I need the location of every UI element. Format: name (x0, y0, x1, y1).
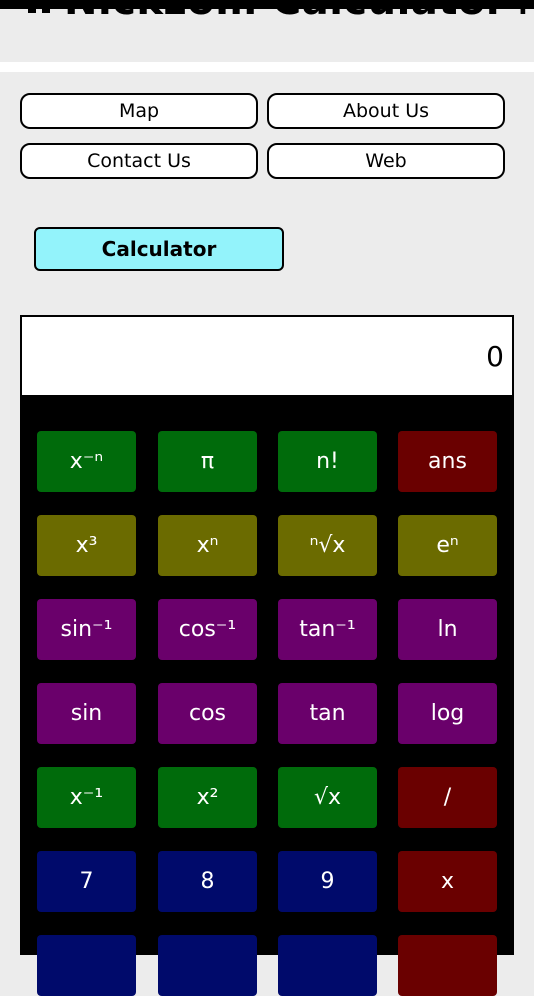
key-6[interactable]: ⁿ√x (278, 515, 377, 576)
key-15[interactable]: log (398, 683, 497, 744)
key-10[interactable]: tan⁻¹ (278, 599, 377, 660)
key-9[interactable]: cos⁻¹ (158, 599, 257, 660)
key-2[interactable]: n! (278, 431, 377, 492)
key-13[interactable]: cos (158, 683, 257, 744)
key-4[interactable]: x³ (37, 515, 136, 576)
contact-us-button[interactable]: Contact Us (20, 143, 258, 179)
calculator-panel: 0 x⁻ⁿ π n! ans x³ xⁿ ⁿ√x eⁿ sin⁻¹ cos⁻¹ tan⁻¹ ln sin… (20, 315, 514, 996)
web-button[interactable]: Web (267, 143, 505, 179)
key-7[interactable]: eⁿ (398, 515, 497, 576)
key-partial-row[interactable] (158, 935, 257, 996)
key-21[interactable]: 8 (158, 851, 257, 912)
header-divider (0, 62, 534, 72)
key-5[interactable]: xⁿ (158, 515, 257, 576)
key-14[interactable]: tan (278, 683, 377, 744)
app-title-text: Nickzom Calculator+ (64, 0, 534, 24)
app-header: Nickzom Calculator+ (0, 0, 534, 62)
key-22[interactable]: 9 (278, 851, 377, 912)
key-20[interactable]: 7 (37, 851, 136, 912)
key-17[interactable]: x² (158, 767, 257, 828)
app-title: Nickzom Calculator+ (22, 0, 534, 24)
key-16[interactable]: x⁻¹ (37, 767, 136, 828)
display-value: 0 (486, 339, 504, 373)
about-us-button[interactable]: About Us (267, 93, 505, 129)
key-partial-row[interactable] (278, 935, 377, 996)
key-0[interactable]: x⁻ⁿ (37, 431, 136, 492)
key-11[interactable]: ln (398, 599, 497, 660)
home-icon[interactable] (22, 0, 56, 24)
key-23[interactable]: x (398, 851, 497, 912)
key-19[interactable]: / (398, 767, 497, 828)
key-partial-row[interactable] (398, 935, 497, 996)
map-button[interactable]: Map (20, 93, 258, 129)
key-3[interactable]: ans (398, 431, 497, 492)
calculator-display: 0 (22, 317, 512, 395)
key-1[interactable]: π (158, 431, 257, 492)
key-12[interactable]: sin (37, 683, 136, 744)
key-18[interactable]: √x (278, 767, 377, 828)
key-partial-row[interactable] (37, 935, 136, 996)
key-8[interactable]: sin⁻¹ (37, 599, 136, 660)
calculator-tab[interactable]: Calculator (34, 227, 284, 271)
